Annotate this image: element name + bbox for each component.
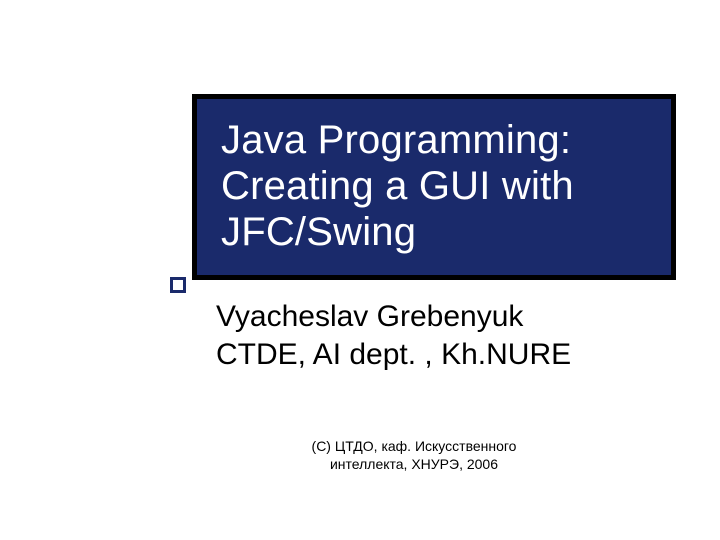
title-box: Java Programming: Creating a GUI with JF… <box>192 94 676 280</box>
slide: Java Programming: Creating a GUI with JF… <box>0 0 720 540</box>
accent-square-icon <box>170 277 186 293</box>
title-line-1: Java Programming: <box>221 117 647 163</box>
footer: (С) ЦТДО, каф. Искусственного интеллекта… <box>264 438 564 473</box>
title-line-2: Creating a GUI with JFC/Swing <box>221 163 647 255</box>
author-affiliation: CTDE, AI dept. , Kh.NURE <box>216 336 676 374</box>
footer-line-1: (С) ЦТДО, каф. Искусственного <box>264 438 564 456</box>
author-name: Vyacheslav Grebenyuk <box>216 298 676 336</box>
author-block: Vyacheslav Grebenyuk CTDE, AI dept. , Kh… <box>216 298 676 373</box>
footer-line-2: интеллекта, ХНУРЭ, 2006 <box>264 456 564 474</box>
